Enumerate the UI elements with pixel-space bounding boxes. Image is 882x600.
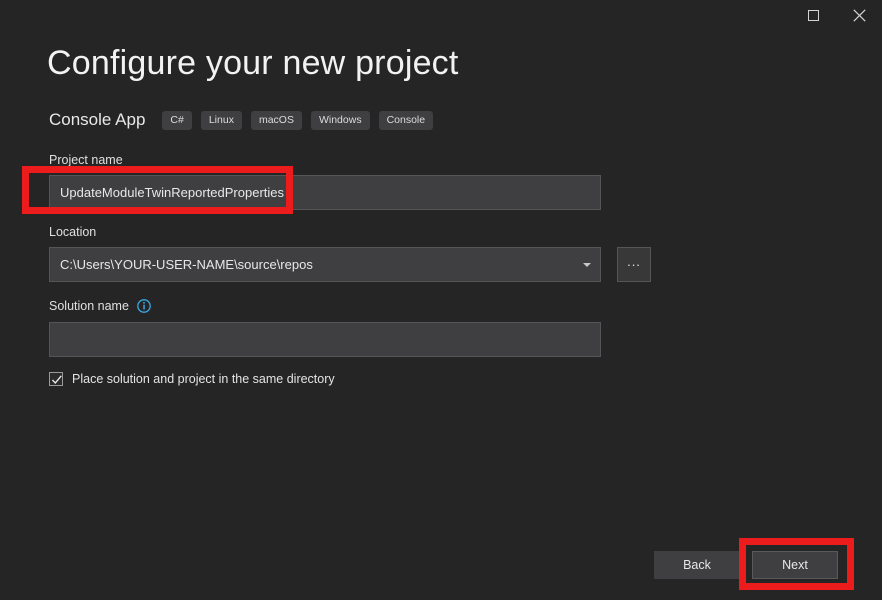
tag-linux: Linux [201, 111, 242, 130]
page-title: Configure your new project [47, 40, 459, 86]
same-directory-checkbox-row[interactable]: Place solution and project in the same d… [49, 370, 335, 388]
next-button[interactable]: Next [752, 551, 838, 579]
tag-language: C# [162, 111, 191, 130]
same-directory-label: Place solution and project in the same d… [72, 372, 335, 386]
checkmark-icon [51, 374, 63, 386]
project-template-summary: Console App C# Linux macOS Windows Conso… [49, 107, 442, 133]
chevron-down-icon[interactable] [583, 263, 591, 267]
project-name-label: Project name [49, 152, 123, 168]
info-icon[interactable] [137, 299, 151, 313]
maximize-button[interactable] [790, 0, 836, 30]
tag-macos: macOS [251, 111, 302, 130]
maximize-icon [808, 10, 819, 21]
solution-name-label-text: Solution name [49, 298, 129, 314]
tag-windows: Windows [311, 111, 370, 130]
browse-location-button[interactable]: ... [617, 247, 651, 282]
close-icon [853, 9, 866, 22]
template-name: Console App [49, 110, 145, 130]
title-bar [0, 0, 882, 32]
solution-name-label: Solution name [49, 298, 151, 314]
location-combobox[interactable]: C:\Users\YOUR-USER-NAME\source\repos [49, 247, 601, 282]
location-value: C:\Users\YOUR-USER-NAME\source\repos [60, 257, 313, 272]
location-label: Location [49, 224, 96, 240]
same-directory-checkbox[interactable] [49, 372, 63, 386]
close-button[interactable] [836, 0, 882, 30]
project-name-input[interactable]: UpdateModuleTwinReportedProperties [49, 175, 601, 210]
tag-console: Console [379, 111, 434, 130]
solution-name-input[interactable] [49, 322, 601, 357]
back-button[interactable]: Back [654, 551, 740, 579]
